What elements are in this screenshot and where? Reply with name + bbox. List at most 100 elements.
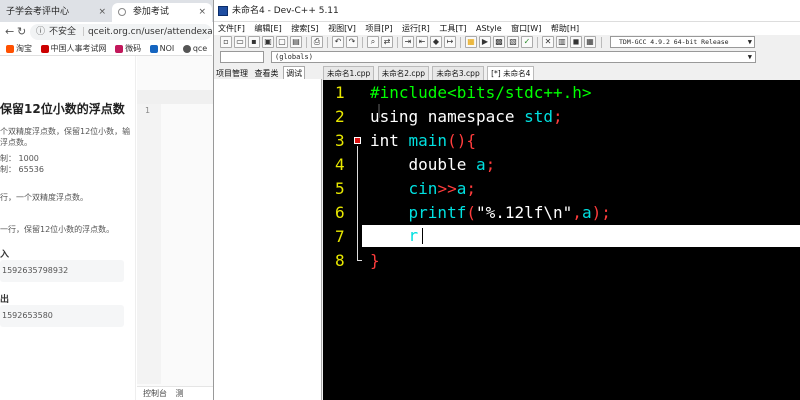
debug-icon[interactable]: ✕ <box>542 36 554 48</box>
devcpp-app-icon <box>218 6 228 16</box>
url-field[interactable]: ⓘ不安全 |qceit.org.cn/user/attendexam.html?… <box>30 24 212 40</box>
menu-astyle[interactable]: AStyle <box>476 22 502 35</box>
scope-select[interactable]: (globals) ▼ <box>271 51 756 63</box>
code-editor[interactable]: 1 2 3 4 5 6 7 8 #include<bits/stdc++.h> … <box>323 80 800 400</box>
security-label: 不安全 <box>49 27 77 37</box>
menu-view[interactable]: 视图[V] <box>328 22 356 35</box>
class-select[interactable] <box>220 51 264 63</box>
devcpp-window: 未命名4 - Dev-C++ 5.11 文件[F] 编辑[E] 搜索[S] 视图… <box>213 0 800 400</box>
open-file-icon[interactable]: ▭ <box>234 36 246 48</box>
abort-compile-icon[interactable]: ◼ <box>570 36 582 48</box>
save-all-icon[interactable]: ▣ <box>262 36 274 48</box>
code-line-4: double a; <box>408 155 496 174</box>
line-number-gutter: 1 2 3 4 5 6 7 8 <box>323 80 362 400</box>
replace-icon[interactable]: ⇄ <box>381 36 393 48</box>
close-icon[interactable]: × <box>198 3 206 22</box>
window-title: 未命名4 - Dev-C++ 5.11 <box>232 6 339 16</box>
line-number: 1 <box>335 83 345 102</box>
output-sample-box: 1592653580 <box>0 305 124 327</box>
left-panel <box>214 79 322 400</box>
bookmark-icon[interactable]: ◆ <box>430 36 442 48</box>
code-line-2: using namespace std; <box>370 107 563 126</box>
redo-icon[interactable]: ↷ <box>346 36 358 48</box>
reload-icon[interactable]: ↻ <box>17 25 26 38</box>
scope-toolbar: (globals) ▼ <box>214 50 800 65</box>
file-tab-untitled1[interactable]: 未命名1.cpp <box>323 66 375 80</box>
menu-tools[interactable]: 工具[T] <box>439 22 466 35</box>
qce-icon <box>182 44 191 53</box>
close-all-icon[interactable]: ▤ <box>290 36 302 48</box>
close-icon[interactable]: × <box>98 3 106 22</box>
code-line-5: cin>>a; <box>408 179 476 198</box>
bookmark-qce[interactable]: qce <box>182 42 207 55</box>
run-icon[interactable]: ▶ <box>479 36 491 48</box>
line-number: 8 <box>335 251 345 270</box>
bookmark-taobao[interactable]: 淘宝 <box>6 42 32 55</box>
chevron-down-icon: ▼ <box>747 53 752 61</box>
compiler-select[interactable]: TDM-GCC 4.9.2 64-bit Release ▼ <box>610 36 755 48</box>
fold-collapse-icon[interactable] <box>354 137 361 144</box>
code-line-1: #include<bits/stdc++.h> <box>370 83 592 102</box>
line-number: 6 <box>335 203 345 222</box>
globe-icon <box>118 7 126 16</box>
tab-debug[interactable]: 调试 <box>283 66 306 80</box>
menu-file[interactable]: 文件[F] <box>218 22 245 35</box>
menu-search[interactable]: 搜索[S] <box>291 22 318 35</box>
goto-line-icon[interactable]: ↦ <box>444 36 456 48</box>
undo-icon[interactable]: ↶ <box>332 36 344 48</box>
code-line-6: printf("%.12lf\n",a); <box>408 203 611 222</box>
line-number: 7 <box>335 227 345 246</box>
indent-icon[interactable]: ⇥ <box>402 36 414 48</box>
menu-project[interactable]: 项目[P] <box>365 22 392 35</box>
bookmark-noi[interactable]: NOI <box>149 42 174 55</box>
text-cursor <box>422 228 423 244</box>
problem-title: 保留12位小数的浮点数 <box>0 102 125 116</box>
test-tab[interactable]: 测 <box>176 389 184 398</box>
menu-bar: 文件[F] 编辑[E] 搜索[S] 视图[V] 项目[P] 运行[R] 工具[T… <box>214 22 800 35</box>
find-icon[interactable]: ⌕ <box>367 36 379 48</box>
web-editor-line-number: 1 <box>145 106 151 115</box>
menu-help[interactable]: 帮助[H] <box>551 22 579 35</box>
tab-label: 参加考试 <box>132 7 169 17</box>
check-syntax-icon[interactable]: ✓ <box>521 36 533 48</box>
weima-icon <box>115 44 124 53</box>
problem-panel: 保留12位小数的浮点数 个双精度浮点数，保留12位小数，输 浮点数。 制： 10… <box>0 56 136 400</box>
current-line-highlight: r <box>362 225 800 247</box>
unindent-icon[interactable]: ⇤ <box>416 36 428 48</box>
line-number: 2 <box>335 107 345 126</box>
i-beam-mouse-cursor <box>378 104 380 118</box>
options-icon[interactable]: ▦ <box>584 36 596 48</box>
back-arrow-icon[interactable]: ← <box>5 25 14 38</box>
menu-edit[interactable]: 编辑[E] <box>254 22 281 35</box>
profile-icon[interactable]: ▥ <box>556 36 568 48</box>
memory-limit: 制： 65536 <box>0 165 44 174</box>
bookmark-cpta[interactable]: 中国人事考试网 <box>40 42 107 55</box>
compiler-name: TDM-GCC 4.9.2 64-bit Release <box>619 38 729 46</box>
warning-icon: ⓘ <box>36 27 46 37</box>
print-icon[interactable]: ⎙ <box>311 36 323 48</box>
save-icon[interactable]: ▪ <box>248 36 260 48</box>
compile-run-icon[interactable]: ▩ <box>493 36 505 48</box>
console-tab[interactable]: 控制台 <box>143 389 167 398</box>
new-file-icon[interactable]: ▫ <box>220 36 232 48</box>
menu-window[interactable]: 窗口[W] <box>511 22 541 35</box>
output-sample-heading: 出 <box>0 295 10 305</box>
bookmark-weima[interactable]: 微码 <box>115 42 141 55</box>
close-file-icon[interactable]: ▢ <box>276 36 288 48</box>
problem-desc-line: 浮点数。 <box>0 138 32 147</box>
tab-label: 子学会考评中心 <box>6 7 70 17</box>
file-tab-untitled3[interactable]: 未命名3.cpp <box>432 66 484 80</box>
browser-tab-take-exam[interactable]: 参加考试 × <box>112 3 212 22</box>
input-sample-heading: 入 <box>0 250 10 260</box>
input-description: 行，一个双精度浮点数。 <box>0 193 88 202</box>
menu-run[interactable]: 运行[R] <box>402 22 430 35</box>
file-tab-untitled2[interactable]: 未命名2.cpp <box>377 66 430 80</box>
rebuild-icon[interactable]: ▧ <box>507 36 519 48</box>
file-tab-untitled4[interactable]: [*] 未命名4 <box>487 66 535 80</box>
line-number: 4 <box>335 155 345 174</box>
web-editor-gutter <box>137 104 161 384</box>
compile-icon[interactable]: ▦ <box>465 36 477 48</box>
line-number: 5 <box>335 179 345 198</box>
browser-tab-exam-center[interactable]: 子学会考评中心 × <box>0 3 112 22</box>
chevron-down-icon: ▼ <box>747 38 752 46</box>
